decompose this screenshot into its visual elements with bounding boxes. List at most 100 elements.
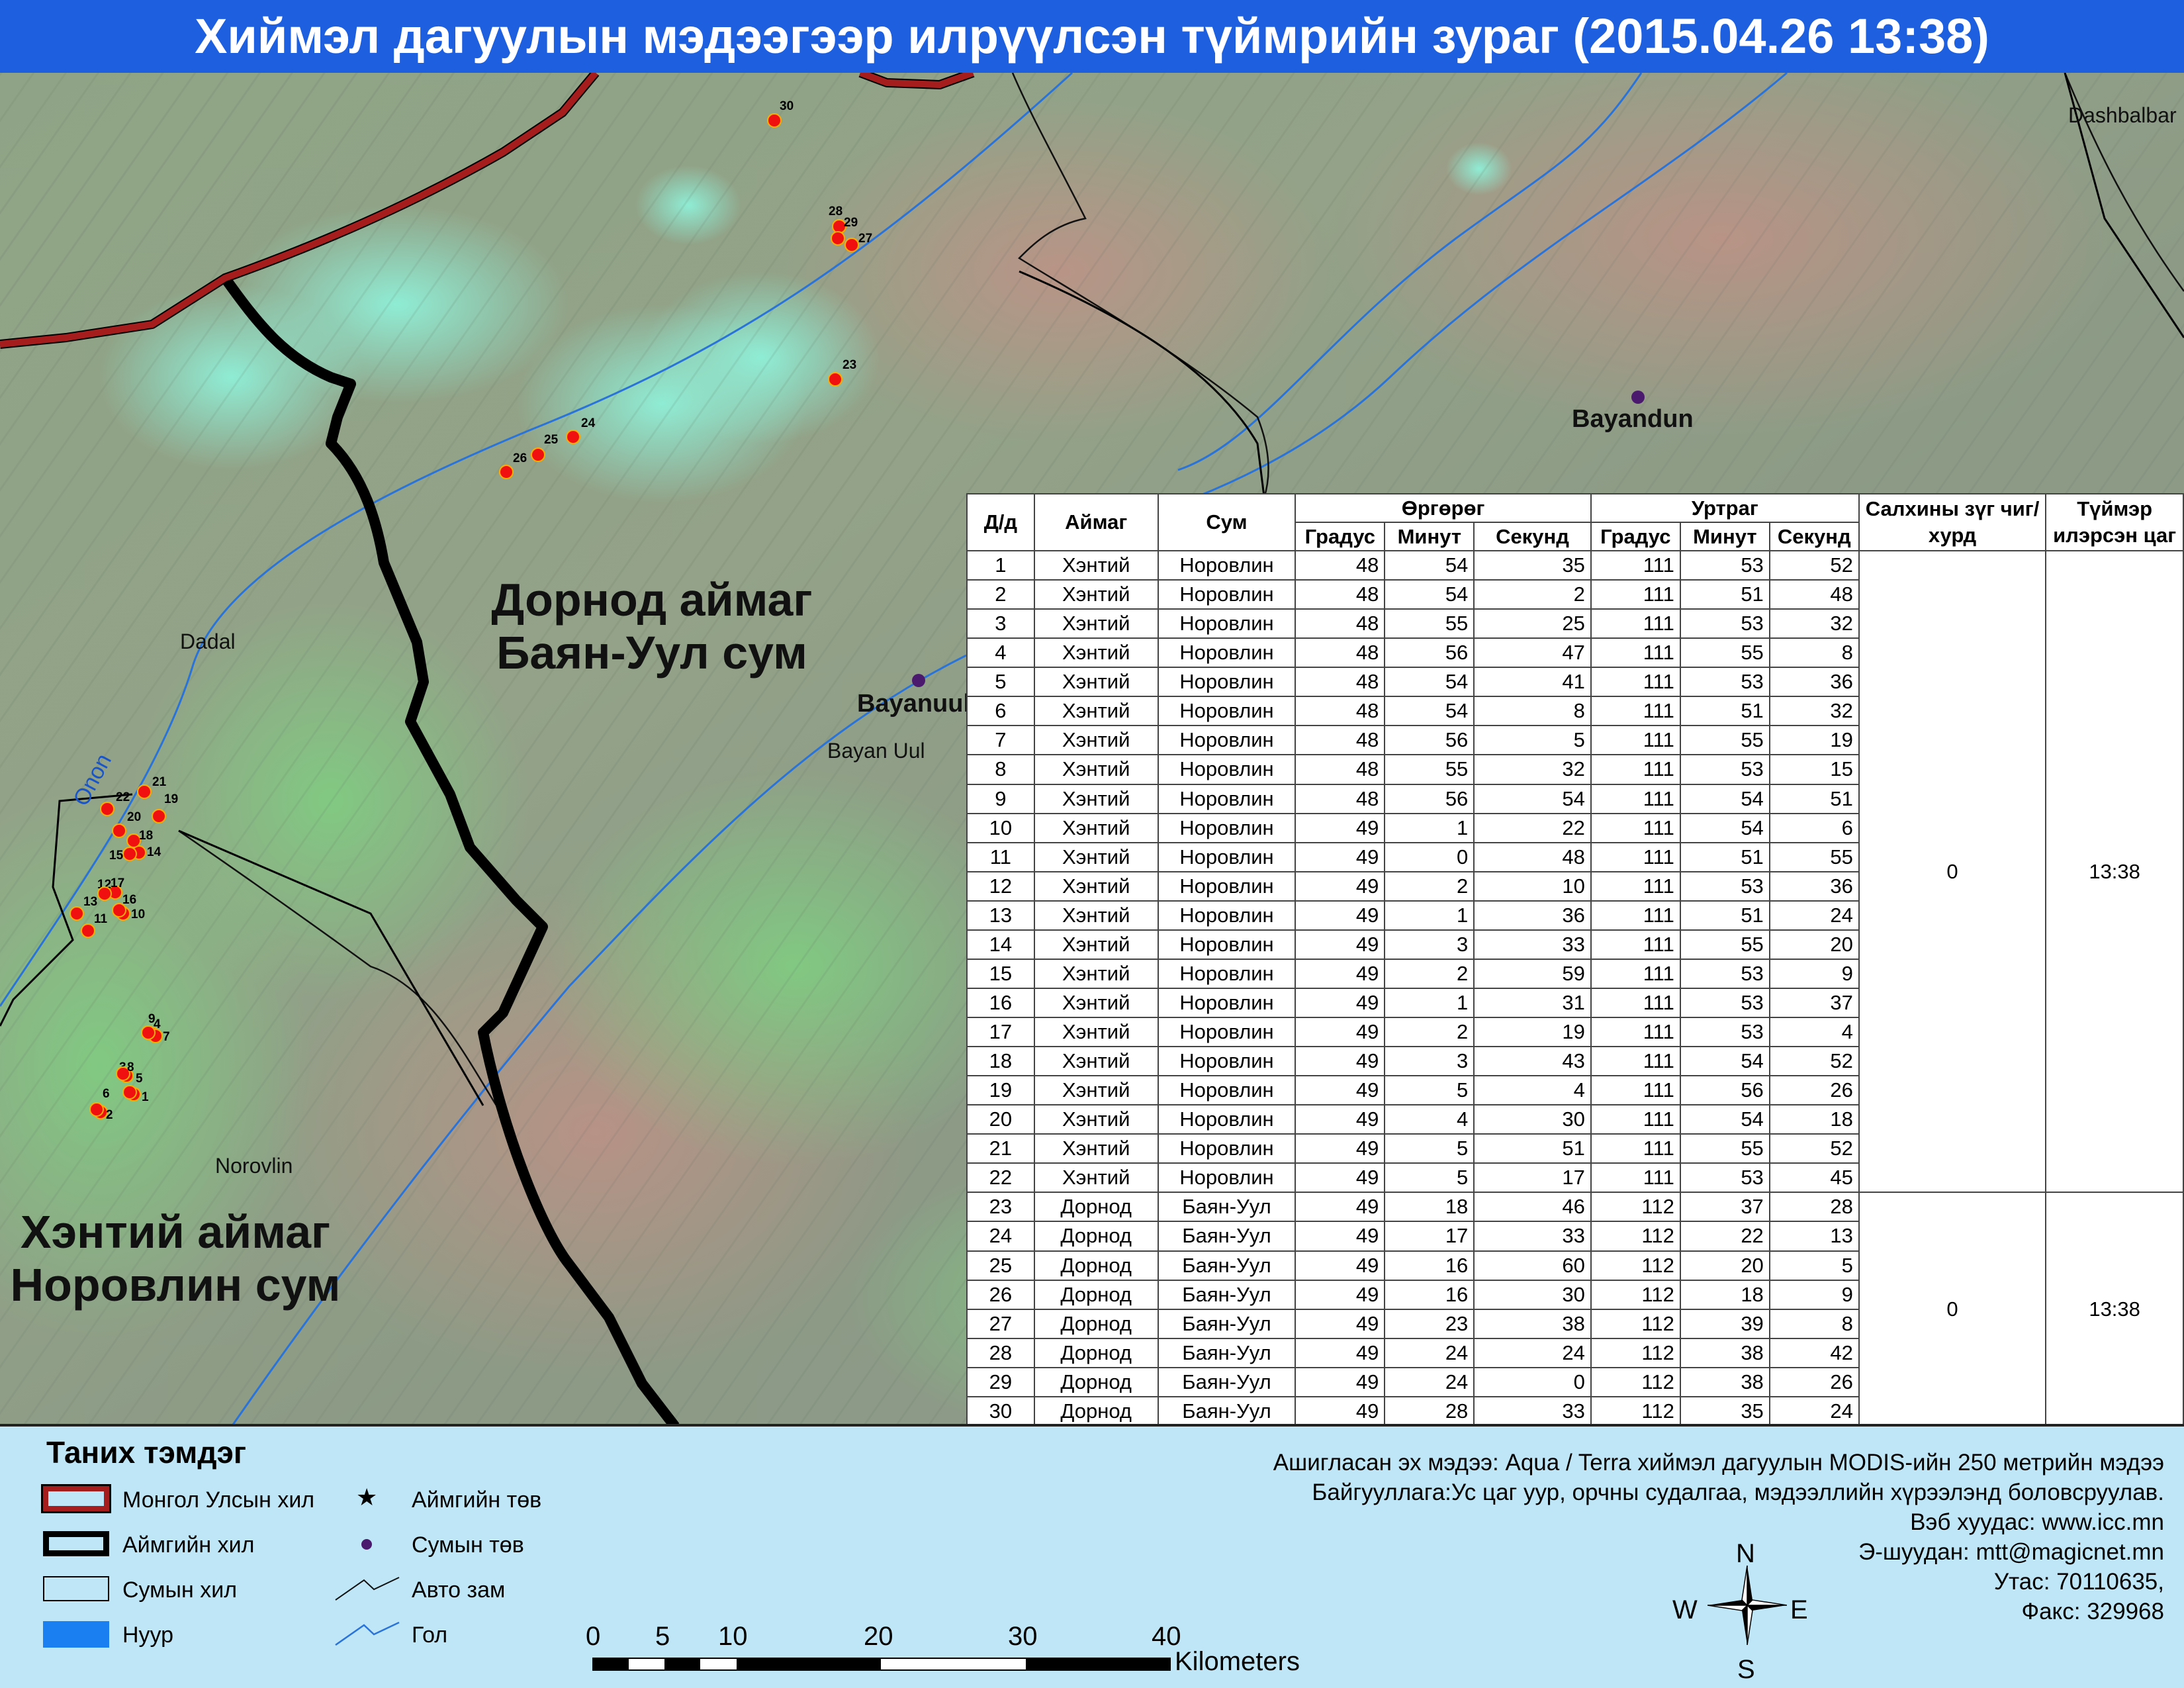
table-cell: 16 (966, 987, 1035, 1019)
table-cell: 24 (1768, 900, 1860, 931)
table-cell: 1 (966, 549, 1035, 581)
table-cell: 49 (1295, 1279, 1386, 1310)
table-cell: 32 (1768, 696, 1860, 727)
fire-point-15[interactable]: 15 (109, 847, 137, 863)
table-cell: 49 (1295, 1104, 1386, 1135)
legend-river: Гол (412, 1622, 448, 1648)
scale-bar-graphic (592, 1658, 1171, 1671)
svg-text:13: 13 (83, 895, 97, 909)
legend-aimag-center: Аймгийн төв (412, 1487, 542, 1513)
national-border-swatch (41, 1484, 111, 1513)
table-cell: Норовлин (1157, 1104, 1297, 1135)
table-cell: 26 (1768, 1366, 1860, 1397)
legend-aimag-border: Аймгийн хил (122, 1532, 255, 1558)
table-cell: 49 (1295, 929, 1386, 960)
map-area[interactable]: Dashbalbar Bayandun Bayanuul Bayan Uul D… (0, 73, 2184, 1427)
compass-west: W (1672, 1595, 1698, 1624)
table-cell: 1 (1384, 987, 1475, 1019)
table-cell: 6 (966, 696, 1035, 727)
table-cell: 33 (1473, 1395, 1592, 1424)
table-cell: 25 (1473, 608, 1592, 639)
table-cell: Дорнод (1033, 1192, 1159, 1223)
table-cell: 22 (1473, 812, 1592, 843)
table-cell: 49 (1295, 1046, 1386, 1077)
table-cell: 24 (1473, 1337, 1592, 1368)
header-lon-second: Секунд (1768, 522, 1860, 551)
bayanuul-center-marker (912, 674, 925, 687)
table-cell: 15 (1768, 754, 1860, 785)
table-cell: 22 (1679, 1221, 1770, 1252)
table-cell: 111 (1590, 1133, 1681, 1164)
table-cell: 29 (966, 1366, 1035, 1397)
table-cell: 47 (1473, 637, 1592, 669)
header-num: Д/д (966, 493, 1035, 551)
map-title: Хиймэл дагуулын мэдээгээр илрүүлсэн түйм… (0, 0, 2184, 73)
table-cell: 54 (1679, 812, 1770, 843)
label-dadal: Dadal (180, 630, 236, 653)
sum-center-dot-icon (361, 1539, 372, 1550)
region-label-norovlin-sum: Норовлин сум (11, 1259, 341, 1311)
table-cell: 15 (966, 958, 1035, 989)
table-cell: 59 (1473, 958, 1592, 989)
table-cell: 111 (1590, 958, 1681, 989)
table-cell: 112 (1590, 1192, 1681, 1223)
table-cell: Баян-Уул (1157, 1337, 1297, 1368)
header-lat-minute: Минут (1384, 522, 1475, 551)
svg-text:30: 30 (780, 99, 794, 113)
region-label-khentii: Хэнтий аймаг (21, 1206, 330, 1258)
table-cell: 7 (966, 725, 1035, 756)
table-cell: 11 (966, 841, 1035, 872)
source-email: Э-шуудан: mtt@magicnet.mn (1858, 1539, 2164, 1565)
table-cell: Хэнтий (1033, 696, 1159, 727)
table-cell: Хэнтий (1033, 754, 1159, 785)
table-cell: 10 (966, 812, 1035, 843)
table-cell: Баян-Уул (1157, 1308, 1297, 1339)
table-cell: 42 (1768, 1337, 1860, 1368)
table-cell: Норовлин (1157, 1075, 1297, 1106)
svg-text:18: 18 (139, 829, 153, 843)
table-cell: Норовлин (1157, 637, 1297, 669)
table-cell: 41 (1473, 667, 1592, 698)
table-cell: Баян-Уул (1157, 1250, 1297, 1281)
table-cell: 111 (1590, 637, 1681, 669)
svg-text:16: 16 (122, 893, 136, 907)
table-cell: 48 (1295, 549, 1386, 581)
table-cell: 111 (1590, 1016, 1681, 1048)
table-cell: Хэнтий (1033, 783, 1159, 814)
header-lat-second: Секунд (1473, 522, 1592, 551)
table-cell: 32 (1768, 608, 1860, 639)
table-cell: 56 (1384, 637, 1475, 669)
table-cell: Хэнтий (1033, 958, 1159, 989)
table-cell: 56 (1679, 1075, 1770, 1106)
label-bayanuul-center: Bayanuul (857, 690, 970, 718)
table-cell: 5 (1473, 725, 1592, 756)
table-cell: 53 (1679, 1162, 1770, 1194)
table-cell: 24 (1384, 1366, 1475, 1397)
header-wind: Салхины зүг чиг/хурд (1858, 493, 2047, 551)
table-cell: 111 (1590, 987, 1681, 1019)
table-cell: 49 (1295, 987, 1386, 1019)
table-cell: 38 (1679, 1337, 1770, 1368)
table-cell: 111 (1590, 1104, 1681, 1135)
table-cell: 3 (966, 608, 1035, 639)
table-cell: 49 (1295, 1162, 1386, 1194)
table-cell: 55 (1679, 1133, 1770, 1164)
table-cell: 3 (1384, 1046, 1475, 1077)
table-cell: 36 (1768, 667, 1860, 698)
table-cell: 28 (1768, 1192, 1860, 1223)
table-cell: 49 (1295, 1133, 1386, 1164)
svg-text:22: 22 (116, 790, 130, 804)
table-cell: 48 (1295, 725, 1386, 756)
svg-text:11: 11 (94, 912, 108, 926)
table-cell: 111 (1590, 812, 1681, 843)
header-lon-minute: Минут (1679, 522, 1770, 551)
table-cell: Хэнтий (1033, 667, 1159, 698)
table-cell: 26 (1768, 1075, 1860, 1106)
fire-time-cell: 13:38 (2045, 1192, 2184, 1424)
table-cell: 43 (1473, 1046, 1592, 1077)
table-cell: 55 (1679, 725, 1770, 756)
table-cell: Баян-Уул (1157, 1395, 1297, 1424)
table-cell: Хэнтий (1033, 1133, 1159, 1164)
table-cell: Дорнод (1033, 1337, 1159, 1368)
table-cell: 17 (966, 1016, 1035, 1048)
